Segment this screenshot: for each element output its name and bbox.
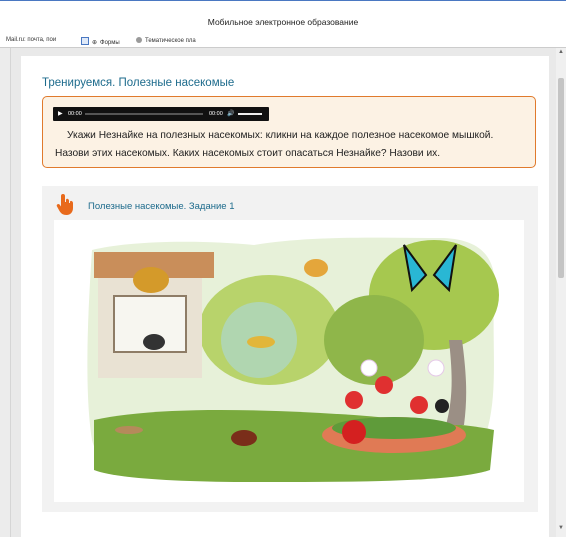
lesson-title: Тренируемся. Полезные насекомые (42, 77, 235, 89)
forms-icon (81, 37, 89, 45)
garden-insects-illustration[interactable] (54, 220, 524, 502)
gear-icon (136, 37, 142, 43)
red-flower (345, 391, 363, 409)
bumblebee[interactable] (133, 267, 169, 293)
volume-icon[interactable]: 🔊 (227, 110, 234, 117)
audio-progress-bar[interactable] (85, 113, 203, 115)
audio-duration: 00:00 (209, 111, 223, 117)
white-flower (360, 359, 378, 377)
fly[interactable] (143, 334, 165, 350)
task-box: ▶ 00:00 00:00 🔊 Укажи Незнайке на полезн… (42, 96, 536, 168)
red-flower (410, 396, 428, 414)
mosquito[interactable] (115, 426, 143, 434)
ant[interactable] (231, 430, 257, 446)
honeybee[interactable] (304, 259, 328, 277)
exercise-title: Полезные насекомые. Задание 1 (88, 201, 235, 212)
scrollbar-thumb[interactable] (558, 78, 564, 278)
audio-player[interactable]: ▶ 00:00 00:00 🔊 (53, 107, 269, 121)
vertical-scrollbar[interactable]: ▲ ▼ (556, 48, 566, 537)
task-instructions: Укажи Незнайке на полезных насекомых: кл… (55, 130, 494, 159)
white-flower (427, 359, 445, 377)
exercise-image-frame (54, 220, 524, 502)
scroll-down-arrow-icon[interactable]: ▼ (558, 525, 564, 531)
bookmarks-bar: Mail.ru: почта, пои ⊕ Формы Тематическое … (0, 34, 566, 48)
volume-slider[interactable] (238, 113, 262, 115)
audio-current-time: 00:00 (68, 111, 82, 117)
pointing-hand-icon (56, 194, 73, 215)
window-title: Мобильное электронное образование (207, 17, 359, 27)
bookmark-mailru[interactable]: Mail.ru: почта, пои (6, 37, 56, 43)
window-titlebar: Мобильное электронное образование (0, 0, 566, 35)
bookmark-thematic[interactable]: Тематическое пла (136, 37, 196, 44)
red-flower (375, 376, 393, 394)
left-edge (0, 48, 11, 537)
scroll-up-arrow-icon[interactable]: ▲ (558, 49, 564, 55)
play-icon[interactable]: ▶ (58, 110, 63, 117)
bookmark-forms[interactable]: ⊕ Формы (81, 37, 120, 46)
wasp[interactable] (247, 336, 275, 348)
spider[interactable] (435, 399, 449, 413)
exercise-panel: Полезные насекомые. Задание 1 (42, 186, 538, 512)
ladybug[interactable] (342, 420, 366, 444)
